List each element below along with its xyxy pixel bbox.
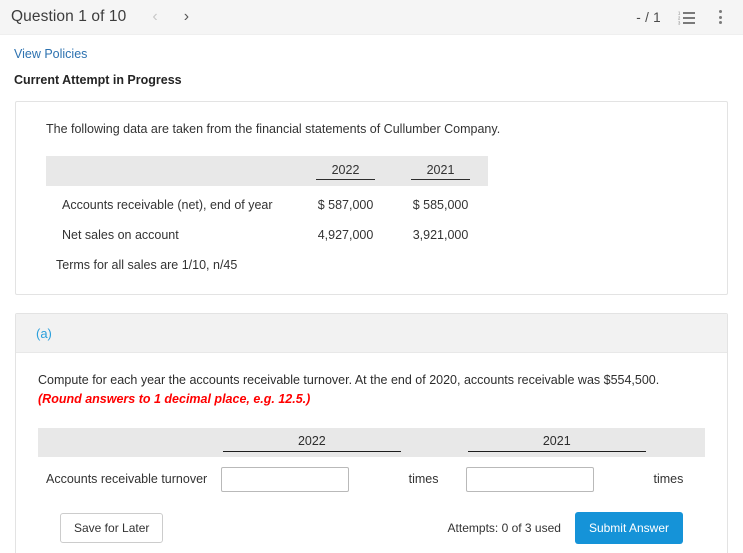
unit-label-2021: times [653, 472, 684, 487]
numbered-list-icon[interactable]: 1 2 3 [677, 8, 695, 26]
table-row: Accounts receivable (net), end of year $… [46, 186, 488, 216]
part-a-prompt: Compute for each year the accounts recei… [38, 371, 705, 410]
answer-column-2022: 2022 [215, 428, 408, 457]
cell-netsales-2021: 3,921,000 [412, 228, 469, 242]
table-row: Terms for all sales are 1/10, n/45 [46, 246, 488, 276]
terms-note: Terms for all sales are 1/10, n/45 [56, 258, 238, 272]
cell-ar-2021: $ 585,000 [412, 198, 469, 212]
answer-table-body: Accounts receivable turnover times times [38, 457, 705, 498]
unit-label-2022: times [408, 472, 439, 487]
question-navigation: ‹ › [148, 7, 193, 27]
table-header-row: 2022 2021 [46, 156, 488, 186]
header-right-cluster: - / 1 1 2 3 [636, 8, 733, 26]
score-indicator: - / 1 [636, 9, 661, 25]
part-a-label: (a) [36, 325, 52, 341]
part-a-card: (a) Compute for each year the accounts r… [15, 313, 728, 553]
policy-links-area: View Policies Current Attempt in Progres… [0, 35, 743, 87]
data-intro-text: The following data are taken from the fi… [46, 122, 501, 136]
part-a-footer: Save for Later Attempts: 0 of 3 used Sub… [38, 498, 705, 553]
accounts-receivable-turnover-2022-input[interactable] [221, 466, 350, 492]
footer-right-cluster: Attempts: 0 of 3 used Submit Answer [447, 511, 683, 544]
table-body: Accounts receivable (net), end of year $… [46, 186, 488, 276]
row-label-net-sales: Net sales on account [62, 228, 179, 242]
column-header-blank [46, 156, 298, 186]
page-title: Question 1 of 10 [11, 8, 127, 25]
financial-data-table: 2022 2021 Accounts receivable (net), end… [46, 156, 488, 276]
kebab-menu-icon[interactable] [711, 8, 729, 26]
submit-answer-button[interactable]: Submit Answer [574, 511, 683, 544]
top-header-bar: Question 1 of 10 ‹ › - / 1 1 2 3 [0, 0, 743, 35]
financial-data-card: The following data are taken from the fi… [15, 101, 728, 295]
column-header-2021: 2021 [393, 156, 488, 186]
save-for-later-button[interactable]: Save for Later [60, 512, 164, 543]
table-header: 2022 2021 [46, 156, 488, 186]
chevron-left-icon[interactable]: ‹ [148, 7, 161, 27]
cell-ar-2022: $ 587,000 [317, 198, 374, 212]
chevron-right-icon[interactable]: › [180, 7, 193, 27]
page-body: View Policies Current Attempt in Progres… [0, 35, 743, 553]
prompt-hint-text: (Round answers to 1 decimal place, e.g. … [38, 392, 311, 407]
part-a-body: Compute for each year the accounts recei… [16, 353, 727, 553]
answer-table-header: 2022 2021 [38, 427, 706, 457]
answer-column-unit-2022 [409, 428, 460, 457]
answer-cell-2022 [215, 457, 408, 498]
view-policies-link[interactable]: View Policies [14, 47, 87, 61]
table-row: Accounts receivable turnover times times [38, 457, 705, 498]
answer-row-label: Accounts receivable turnover [46, 472, 208, 487]
answer-column-unit-2021 [654, 428, 706, 457]
answer-column-blank [38, 428, 215, 457]
column-header-2022: 2022 [298, 156, 393, 186]
cell-netsales-2022: 4,927,000 [317, 228, 374, 242]
answer-column-2021: 2021 [460, 428, 653, 457]
answer-entry-table: 2022 2021 Accounts receivable turnover t… [38, 427, 706, 498]
answer-cell-2021 [460, 457, 653, 498]
attempt-status-label: Current Attempt in Progress [14, 73, 182, 87]
part-a-header: (a) [16, 314, 727, 353]
row-label-accounts-receivable: Accounts receivable (net), end of year [62, 198, 273, 212]
attempts-counter: Attempts: 0 of 3 used [447, 520, 561, 535]
svg-text:3: 3 [678, 20, 681, 25]
accounts-receivable-turnover-2021-input[interactable] [466, 466, 595, 492]
prompt-main-text: Compute for each year the accounts recei… [38, 373, 660, 387]
answer-header-row: 2022 2021 [38, 427, 706, 457]
table-row: Net sales on account 4,927,000 3,921,000 [46, 216, 488, 246]
